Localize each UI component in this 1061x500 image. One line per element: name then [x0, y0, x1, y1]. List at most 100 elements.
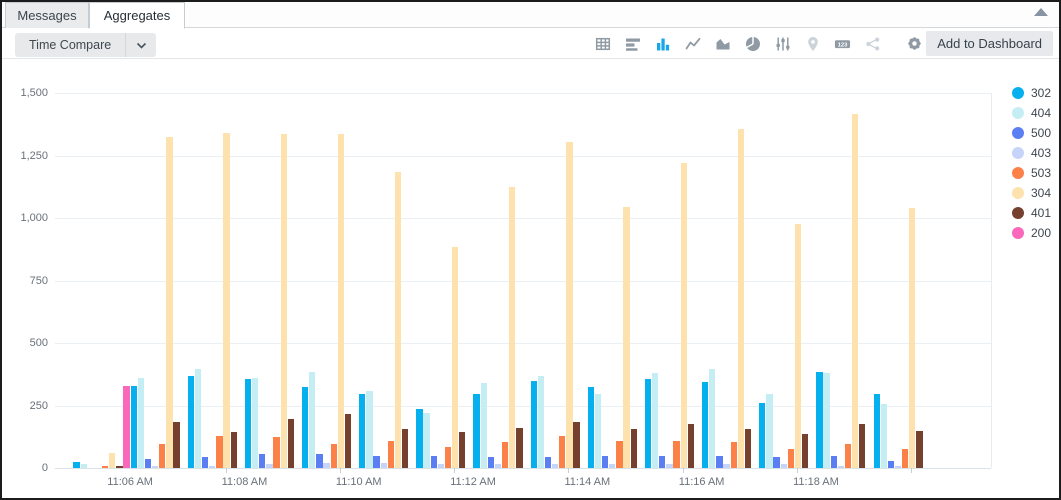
legend-item-503[interactable]: 503 — [1012, 167, 1051, 179]
bar-500-11:13[interactable] — [545, 457, 551, 468]
bar-304-11:12[interactable] — [509, 187, 515, 468]
bar-304-11:16[interactable] — [738, 129, 744, 468]
bar-500-11:15[interactable] — [659, 456, 665, 469]
bar-302-11:16[interactable] — [702, 382, 708, 468]
bar-302-11:13[interactable] — [531, 381, 537, 469]
pie-chart-icon[interactable] — [744, 35, 761, 52]
bar-304-11:13[interactable] — [566, 142, 572, 468]
bar-404-11:19[interactable] — [881, 404, 887, 468]
node-graph-icon[interactable] — [864, 35, 881, 52]
tab-messages[interactable]: Messages — [5, 2, 89, 28]
bar-401-11:08[interactable] — [288, 419, 294, 468]
bar-500-11:10[interactable] — [373, 456, 379, 469]
bar-503-11:15[interactable] — [673, 441, 679, 469]
bar-403-11:08[interactable] — [266, 464, 272, 468]
table-icon[interactable] — [594, 35, 611, 52]
bar-200-11:05[interactable] — [123, 386, 129, 469]
bar-503-11:19[interactable] — [902, 449, 908, 468]
legend-item-200[interactable]: 200 — [1012, 227, 1051, 239]
time-compare-button[interactable]: Time Compare — [15, 33, 156, 57]
bar-302-11:15[interactable] — [645, 379, 651, 468]
bar-401-11:12[interactable] — [516, 428, 522, 468]
bar-503-11:18[interactable] — [845, 444, 851, 468]
area-chart-icon[interactable] — [714, 35, 731, 52]
bar-404-11:09[interactable] — [309, 372, 315, 468]
bar-403-11:09[interactable] — [323, 463, 329, 468]
bar-503-11:05[interactable] — [102, 466, 108, 469]
bar-404-11:05[interactable] — [81, 464, 87, 468]
gear-icon[interactable] — [906, 35, 923, 52]
bar-401-11:16[interactable] — [745, 429, 751, 468]
bar-404-11:10[interactable] — [366, 391, 372, 469]
bar-304-11:07[interactable] — [223, 133, 229, 468]
line-chart-icon[interactable] — [684, 35, 701, 52]
bar-302-11:17[interactable] — [759, 403, 765, 468]
bar-404-11:15[interactable] — [652, 373, 658, 468]
bar-401-11:14[interactable] — [631, 429, 637, 468]
bar-500-11:07[interactable] — [202, 457, 208, 468]
bar-500-11:19[interactable] — [888, 461, 894, 469]
summary-bars-icon[interactable] — [624, 35, 641, 52]
bar-403-11:11[interactable] — [438, 464, 444, 468]
bar-302-11:05[interactable] — [73, 462, 79, 468]
legend-item-304[interactable]: 304 — [1012, 187, 1051, 199]
bar-403-11:06[interactable] — [152, 466, 158, 469]
bar-500-11:11[interactable] — [431, 456, 437, 469]
bar-302-11:11[interactable] — [416, 409, 422, 468]
bar-403-11:19[interactable] — [895, 466, 901, 469]
bar-503-11:11[interactable] — [445, 447, 451, 468]
bar-401-11:06[interactable] — [173, 422, 179, 468]
bar-503-11:17[interactable] — [788, 449, 794, 468]
bar-404-11:17[interactable] — [766, 394, 772, 468]
bar-304-11:11[interactable] — [452, 247, 458, 468]
bar-304-11:15[interactable] — [681, 163, 687, 468]
bar-403-11:07[interactable] — [209, 466, 215, 469]
bar-404-11:14[interactable] — [595, 394, 601, 468]
bar-404-11:18[interactable] — [823, 373, 829, 468]
map-pin-icon[interactable] — [804, 35, 821, 52]
bar-302-11:10[interactable] — [359, 394, 365, 468]
bar-302-11:12[interactable] — [473, 394, 479, 468]
bar-503-11:14[interactable] — [616, 441, 622, 469]
bar-503-11:10[interactable] — [388, 441, 394, 469]
bar-503-11:06[interactable] — [159, 444, 165, 468]
bar-503-11:16[interactable] — [731, 442, 737, 468]
bar-401-11:07[interactable] — [231, 432, 237, 468]
bar-404-11:13[interactable] — [538, 376, 544, 469]
scroll-up-icon[interactable] — [1032, 5, 1050, 17]
bar-302-11:19[interactable] — [874, 394, 880, 468]
bar-503-11:09[interactable] — [331, 444, 337, 468]
bar-403-11:13[interactable] — [552, 464, 558, 468]
bar-302-11:06[interactable] — [131, 386, 137, 469]
bar-401-11:18[interactable] — [859, 424, 865, 468]
bar-302-11:14[interactable] — [588, 387, 594, 468]
bar-401-11:19[interactable] — [916, 431, 922, 469]
bar-403-11:16[interactable] — [723, 464, 729, 468]
bar-500-11:12[interactable] — [488, 457, 494, 468]
bar-403-11:10[interactable] — [381, 463, 387, 468]
bar-401-11:15[interactable] — [688, 424, 694, 468]
bar-304-11:14[interactable] — [623, 207, 629, 468]
column-chart-icon[interactable] — [654, 35, 671, 52]
bar-500-11:17[interactable] — [773, 457, 779, 468]
bar-403-11:12[interactable] — [495, 464, 501, 468]
legend-item-401[interactable]: 401 — [1012, 207, 1051, 219]
bar-500-11:18[interactable] — [831, 456, 837, 469]
bar-304-11:19[interactable] — [909, 208, 915, 468]
legend-item-302[interactable]: 302 — [1012, 87, 1051, 99]
bar-404-11:07[interactable] — [195, 369, 201, 468]
bar-403-11:15[interactable] — [666, 464, 672, 468]
numeric-123-icon[interactable]: 123 — [834, 35, 851, 52]
bar-401-11:10[interactable] — [402, 429, 408, 468]
bar-401-11:13[interactable] — [573, 422, 579, 468]
add-to-dashboard-button[interactable]: Add to Dashboard — [926, 31, 1053, 56]
chevron-down-icon[interactable] — [125, 33, 156, 57]
bar-404-11:12[interactable] — [481, 383, 487, 468]
bar-503-11:08[interactable] — [273, 437, 279, 468]
bar-500-11:09[interactable] — [316, 454, 322, 468]
bar-302-11:09[interactable] — [302, 387, 308, 468]
bar-404-11:11[interactable] — [423, 413, 429, 468]
bar-500-11:08[interactable] — [259, 454, 265, 468]
bar-503-11:13[interactable] — [559, 436, 565, 469]
bar-403-11:17[interactable] — [781, 464, 787, 468]
